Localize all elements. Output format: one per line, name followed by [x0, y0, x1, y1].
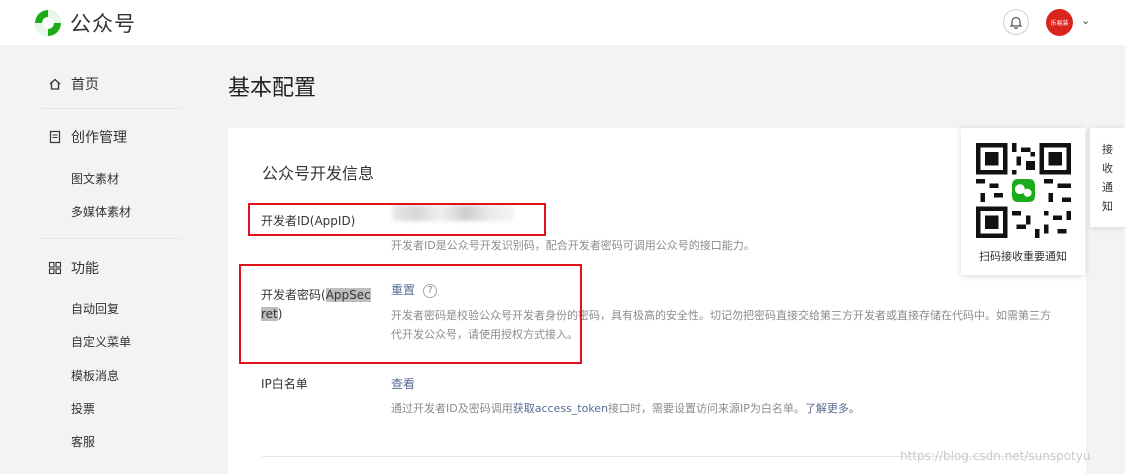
sidebar-item-customer-service[interactable]: 客服	[71, 433, 95, 450]
section-title: 公众号开发信息	[262, 164, 375, 183]
highlight-box-appid	[248, 203, 546, 236]
access-token-link[interactable]: 获取access_token	[513, 402, 608, 415]
side-tab-char: 收	[1102, 161, 1113, 175]
watermark: https://blog.csdn.net/sunspotyu	[900, 449, 1091, 463]
avatar[interactable]: 乐易装	[1046, 9, 1073, 36]
sidebar-item-content-management[interactable]: 创作管理	[48, 127, 127, 147]
divider	[41, 238, 181, 239]
divider	[41, 108, 181, 109]
view-ip-whitelist-link[interactable]: 查看	[391, 375, 415, 392]
sidebar-item-label: 创作管理	[71, 130, 127, 146]
sidebar-item-vote[interactable]: 投票	[71, 400, 95, 417]
learn-more-link[interactable]: 了解更多。	[805, 402, 860, 415]
highlight-box-appsecret	[239, 264, 582, 364]
sidebar-item-graphic-material[interactable]: 图文素材	[71, 170, 119, 187]
home-icon	[48, 77, 62, 91]
qr-notification-panel: 扫码接收重要通知	[961, 128, 1085, 275]
bell-icon	[1009, 16, 1023, 29]
brand-title[interactable]: 公众号	[70, 8, 136, 38]
appid-description: 开发者ID是公众号开发识别码，配合开发者密码可调用公众号的接口能力。	[391, 239, 755, 252]
qr-code[interactable]	[976, 143, 1071, 238]
chevron-down-icon[interactable]: ⌄	[1081, 14, 1090, 27]
receive-notification-tab[interactable]: 接 收 通 知	[1090, 128, 1125, 227]
sidebar-item-media-material[interactable]: 多媒体素材	[71, 203, 131, 220]
sidebar-item-template-message[interactable]: 模板消息	[71, 367, 119, 384]
page-title: 基本配置	[228, 76, 317, 101]
logo-icon[interactable]	[34, 9, 62, 37]
qr-caption: 扫码接收重要通知	[979, 250, 1067, 263]
side-tab-char: 通	[1102, 180, 1113, 194]
ip-whitelist-description: 通过开发者ID及密码调用获取access_token接口时，需要设置访问来源IP…	[391, 402, 860, 415]
ip-whitelist-label: IP白名单	[261, 377, 308, 391]
sidebar-item-home[interactable]: 首页	[48, 74, 99, 94]
side-tab-char: 接	[1102, 142, 1113, 156]
top-bar: 公众号 乐易装 ⌄	[0, 0, 1125, 45]
grid-icon	[48, 261, 62, 275]
sidebar-item-label: 首页	[71, 77, 99, 93]
sidebar-item-custom-menu[interactable]: 自定义菜单	[71, 333, 131, 350]
side-tab-char: 知	[1102, 199, 1113, 213]
sidebar-item-auto-reply[interactable]: 自动回复	[71, 300, 119, 317]
notification-bell-button[interactable]	[1003, 9, 1029, 35]
sidebar-item-features[interactable]: 功能	[48, 258, 99, 278]
sidebar-item-label: 功能	[71, 261, 99, 277]
document-icon	[48, 130, 62, 144]
